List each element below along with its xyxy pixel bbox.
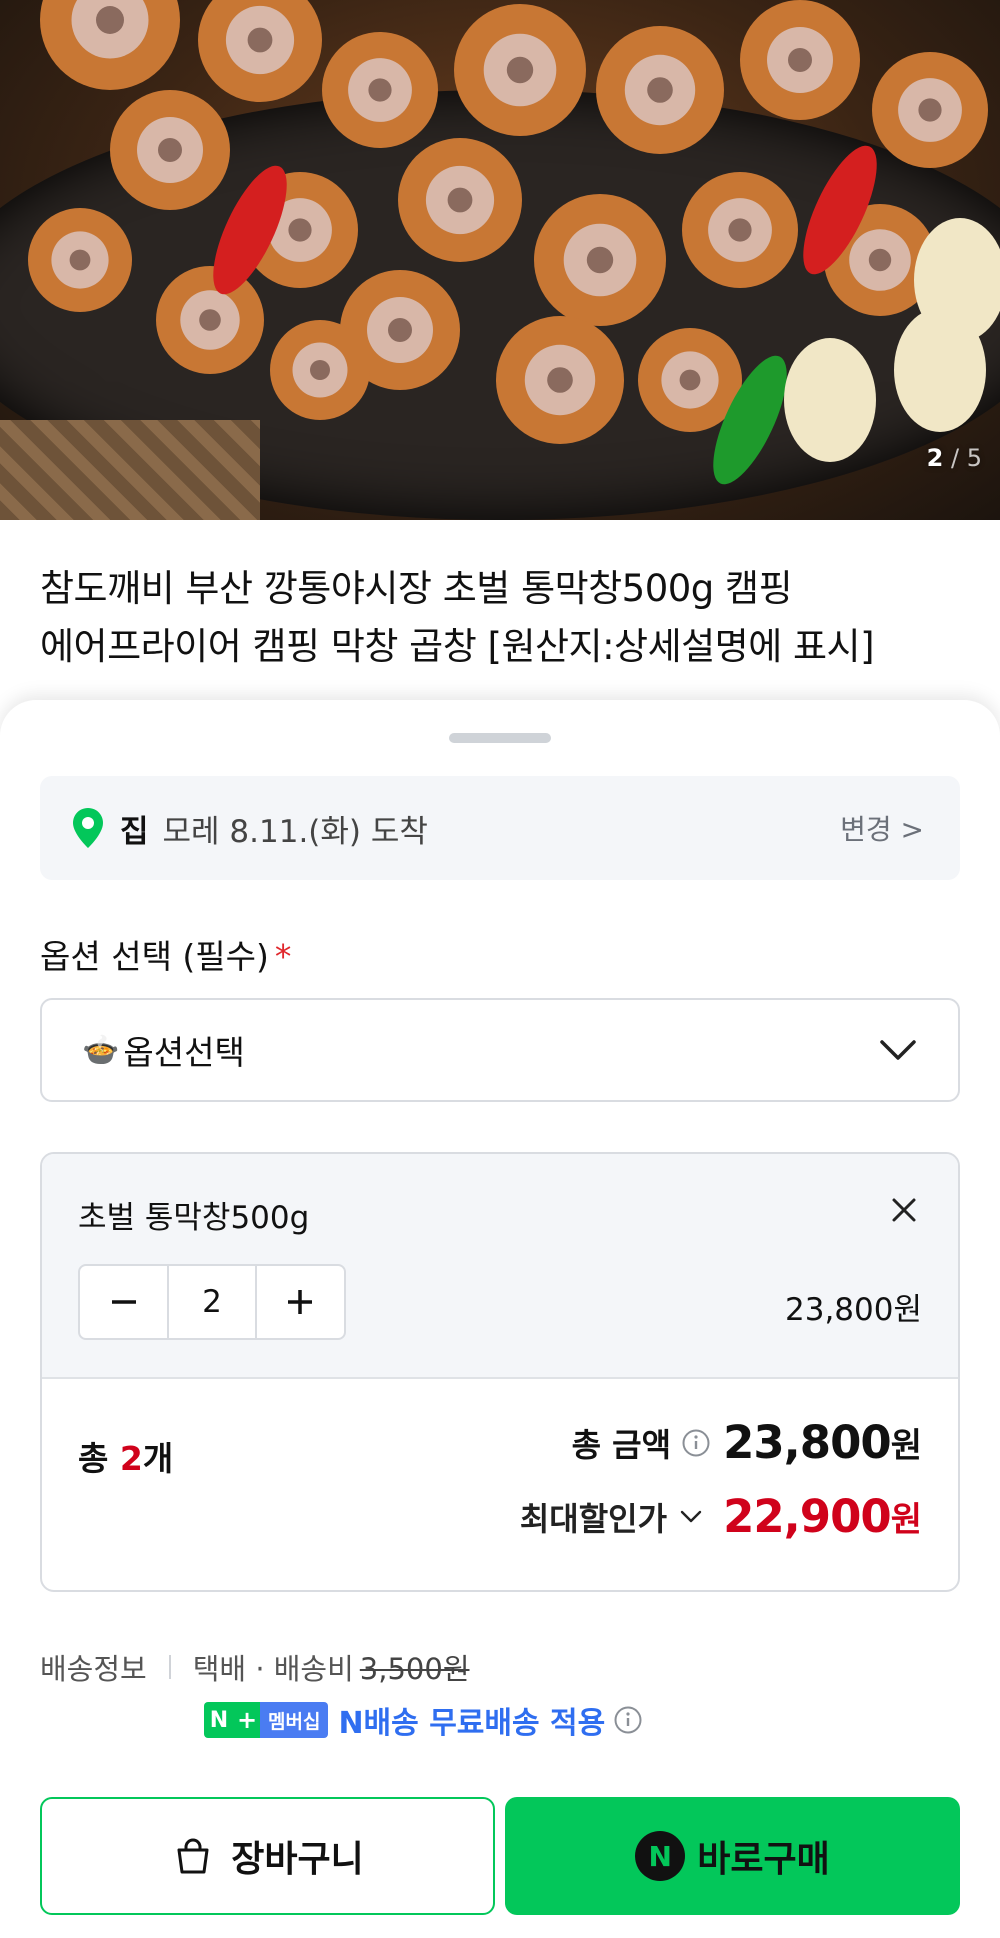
location-pin-icon bbox=[73, 808, 103, 848]
max-discount-currency: 원 bbox=[890, 1500, 922, 1540]
makchang-core bbox=[586, 246, 614, 274]
product-title: 참도깨비 부산 깡통야시장 초벌 통막창500g 캠핑 에어프라이어 캠핑 막창… bbox=[40, 560, 960, 676]
total-prefix: 총 bbox=[78, 1439, 120, 1478]
total-image-count: 5 bbox=[966, 444, 982, 472]
option-select-value: 옵션선택 bbox=[123, 1033, 245, 1072]
shipping-label: 배송정보 bbox=[40, 1652, 147, 1686]
shipping-fee-original: 3,500원 bbox=[359, 1652, 470, 1686]
membership-free-shipping[interactable]: N + 멤버십 N배송 무료배송 적용 bbox=[204, 1698, 643, 1742]
option-select-dropdown[interactable]: 🍲 옵션선택 bbox=[40, 998, 960, 1102]
selected-option-name: 초벌 통막창500g bbox=[78, 1200, 310, 1236]
info-icon[interactable] bbox=[613, 1705, 643, 1735]
buy-now-button[interactable]: N 바로구매 bbox=[505, 1797, 960, 1915]
max-discount-row[interactable]: 최대할인가 22,900 원 bbox=[520, 1490, 922, 1543]
option-label-text: 옵션 선택 (필수) bbox=[40, 937, 269, 976]
makchang-core bbox=[868, 248, 892, 272]
quantity-stepper: 2 bbox=[78, 1264, 346, 1340]
info-icon[interactable] bbox=[681, 1428, 711, 1458]
delivery-estimate-bar[interactable]: 집 모레 8.11.(화) 도착 변경 > bbox=[40, 776, 960, 880]
makchang-core bbox=[96, 6, 124, 34]
pot-icon: 🍲 bbox=[82, 1032, 120, 1068]
max-discount-label: 최대할인가 bbox=[519, 1499, 668, 1538]
makchang-core bbox=[368, 78, 392, 102]
makchang-core bbox=[158, 138, 182, 162]
product-image-carousel[interactable]: 2 / 5 bbox=[0, 0, 1000, 520]
makchang-core bbox=[547, 367, 573, 393]
current-image-index: 2 bbox=[926, 444, 944, 472]
delivery-date: 모레 8.11.(화) 도착 bbox=[162, 813, 428, 850]
minus-icon bbox=[111, 1300, 136, 1304]
max-discount-value: 22,900 bbox=[723, 1490, 892, 1543]
shipping-method: 택배 · 배송비 bbox=[192, 1652, 354, 1686]
shopping-bag-icon bbox=[177, 1838, 209, 1874]
purchase-sheet: 집 모레 8.11.(화) 도착 변경 > 옵션 선택 (필수) * 🍲 옵션선택… bbox=[0, 700, 1000, 1938]
naver-plus-membership-badge: N + 멤버십 bbox=[204, 1702, 329, 1738]
total-suffix: 개 bbox=[142, 1439, 174, 1478]
makchang-core bbox=[388, 318, 412, 342]
total-amount-label: 총 금액 bbox=[571, 1425, 672, 1464]
makchang-core bbox=[679, 369, 701, 391]
chevron-down-icon bbox=[880, 1040, 916, 1060]
plus-icon bbox=[288, 1290, 313, 1314]
change-address-link[interactable]: 변경 > bbox=[840, 808, 924, 848]
close-icon[interactable] bbox=[886, 1192, 922, 1228]
shipping-info: 배송정보 택배 · 배송비 3,500원 bbox=[40, 1646, 470, 1688]
quantity-value[interactable]: 2 bbox=[167, 1266, 257, 1338]
makchang-core bbox=[288, 218, 312, 242]
badge-plus: + bbox=[234, 1702, 260, 1738]
delivery-place: 집 bbox=[120, 813, 149, 850]
badge-membership: 멤버십 bbox=[260, 1702, 329, 1738]
decrease-quantity-button[interactable] bbox=[80, 1266, 167, 1338]
total-amount-row: 총 금액 23,800 원 bbox=[572, 1416, 922, 1469]
image-page-indicator: 2 / 5 bbox=[927, 444, 982, 472]
garlic-clove bbox=[784, 338, 876, 462]
badge-n: N bbox=[204, 1702, 234, 1738]
total-amount-currency: 원 bbox=[890, 1426, 922, 1466]
free-shipping-text: N배송 무료배송 적용 bbox=[338, 1706, 606, 1741]
makchang-core bbox=[310, 360, 330, 380]
makchang-core bbox=[447, 187, 473, 213]
option-section-label: 옵션 선택 (필수) * bbox=[40, 930, 291, 978]
add-to-cart-button[interactable]: 장바구니 bbox=[40, 1797, 495, 1915]
makchang-core bbox=[728, 218, 752, 242]
cart-label: 장바구니 bbox=[231, 1839, 364, 1880]
food-photo bbox=[28, 0, 1000, 485]
required-mark: * bbox=[274, 937, 292, 976]
sheet-drag-handle[interactable] bbox=[449, 733, 551, 743]
page-separator: / bbox=[950, 444, 960, 472]
product-title-line-2: 에어프라이어 캠핑 막창 곱창 [원산지:상세설명에 표시] bbox=[40, 625, 875, 668]
product-title-line-1: 참도깨비 부산 깡통야시장 초벌 통막창500g 캠핑 bbox=[40, 567, 793, 610]
selected-option-row: 초벌 통막창500g 2 23,800원 bbox=[42, 1154, 958, 1379]
makchang-core bbox=[199, 309, 221, 331]
makchang-core bbox=[247, 27, 273, 53]
total-count-number: 2 bbox=[119, 1439, 143, 1478]
selected-option-card: 초벌 통막창500g 2 23,800원 총 2개 총 금액 23,800 원 … bbox=[40, 1152, 960, 1592]
chevron-down-icon bbox=[680, 1510, 702, 1522]
buy-label: 바로구매 bbox=[697, 1839, 830, 1880]
makchang-core bbox=[69, 249, 91, 271]
naver-pay-logo-icon: N bbox=[635, 1831, 686, 1881]
selected-option-price: 23,800원 bbox=[785, 1292, 922, 1328]
makchang-core bbox=[918, 98, 942, 122]
makchang-core bbox=[647, 77, 673, 103]
total-quantity: 총 2개 bbox=[78, 1432, 173, 1480]
total-amount-value: 23,800 bbox=[723, 1416, 892, 1469]
makchang-core bbox=[788, 48, 812, 72]
increase-quantity-button[interactable] bbox=[257, 1266, 344, 1338]
makchang-core bbox=[506, 56, 534, 84]
divider bbox=[168, 1655, 171, 1679]
